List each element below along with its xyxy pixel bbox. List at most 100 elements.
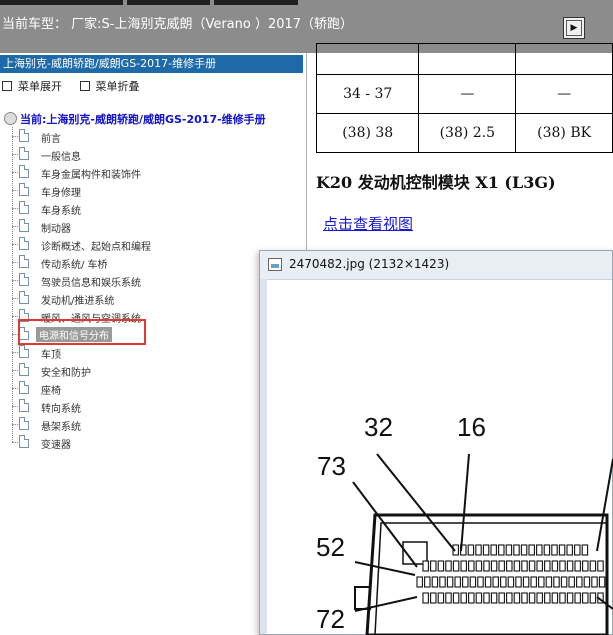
table-row: (38) 38 (38) 2.5 (38) BK — [315, 113, 613, 153]
image-viewer-titlebar[interactable]: 2470482.jpg (2132×1423) — [260, 251, 612, 280]
top-tab-3[interactable] — [214, 0, 298, 5]
image-viewer-title: 2470482.jpg (2132×1423) — [289, 257, 450, 271]
pin-cavity — [452, 592, 460, 604]
pin-cavity — [460, 592, 467, 604]
pin-cavity — [482, 544, 490, 556]
book-icon — [4, 112, 17, 125]
pin-cavity — [500, 576, 507, 588]
pin-cavity — [520, 544, 528, 556]
pin-cavity — [445, 592, 452, 604]
table-row: 34 - 37— — — [315, 74, 613, 114]
pin-cavity — [591, 576, 598, 588]
pin-cavity — [574, 560, 581, 572]
sidebar-title: 上海别克-威朗轿跑/威朗GS-2017-维修手册 — [0, 55, 303, 73]
pin-cavity — [446, 576, 454, 588]
pin-cavity — [484, 576, 492, 588]
tree-item[interactable]: 制动器 — [12, 217, 302, 235]
pin-cavity — [513, 592, 521, 604]
pin-leader-line — [376, 453, 456, 552]
tree-root[interactable]: 当前:上海别克-威朗轿跑/威朗GS-2017-维修手册 — [4, 111, 266, 127]
pin-cavity — [498, 592, 505, 604]
document-icon — [19, 273, 29, 286]
tree-item[interactable]: 车身金属构件和装饰件 — [12, 163, 302, 181]
document-icon — [19, 237, 29, 250]
document-icon — [19, 435, 29, 448]
pin-cavity — [513, 544, 520, 556]
tree-item-label: 一般信息 — [41, 152, 81, 163]
tree-item-label: 悬架系统 — [41, 422, 81, 433]
pin-cavity — [468, 560, 475, 572]
pin-cavity — [498, 560, 505, 572]
table-cell: 34 - 37 — [315, 74, 420, 114]
pin-label: 72 — [316, 604, 345, 634]
pin-grid — [416, 544, 606, 604]
pin-cavity — [507, 576, 515, 588]
document-icon — [19, 363, 29, 376]
pin-cavity — [581, 544, 589, 556]
tree-item-label: 驾驶员信息和娱乐系统 — [41, 278, 141, 289]
tree-item-label: 车身金属构件和装饰件 — [41, 170, 141, 181]
menu-controls: 菜单展开 菜单折叠 — [2, 78, 154, 94]
pin-cavity — [424, 576, 431, 588]
pin-cavity — [475, 560, 483, 572]
pin-cavity — [492, 576, 499, 588]
pin-cavity — [559, 592, 566, 604]
table-cell: — — [515, 74, 613, 114]
tree-item[interactable]: 一般信息 — [12, 145, 302, 163]
tree-item[interactable]: 前言 — [12, 127, 302, 145]
table-cell: (38) 2.5 — [418, 113, 517, 153]
pin-cavity — [452, 560, 460, 572]
pin-cavity — [528, 592, 536, 604]
document-icon — [19, 381, 29, 394]
menu-expand-button[interactable]: 菜单展开 — [2, 80, 62, 93]
pin-cavity — [498, 544, 505, 556]
tree-item-label: 变速器 — [41, 440, 71, 451]
pin-cavity — [574, 544, 581, 556]
menu-collapse-button[interactable]: 菜单折叠 — [79, 80, 140, 93]
pin-cavity — [437, 592, 445, 604]
pin-cavity — [582, 592, 589, 604]
pin-label: 32 — [364, 412, 393, 442]
tree-item[interactable]: 车身系统 — [12, 199, 302, 217]
tree-item[interactable]: 车身修理 — [12, 181, 302, 199]
connector-spec-table: 34 - 37— — (38) 38 (38) 2.5 (38) BK — [315, 43, 613, 153]
pin-leader-line — [352, 481, 418, 568]
pin-cavity — [477, 576, 484, 588]
document-icon — [19, 219, 29, 232]
pin-cavity — [490, 560, 498, 572]
pin-cavity — [597, 560, 604, 572]
document-icon — [19, 417, 29, 430]
image-viewer-window[interactable]: 2470482.jpg (2132×1423) 32 16 73 52 72 — [259, 250, 613, 635]
pin-cavity — [566, 544, 573, 556]
pin-cavity — [430, 592, 437, 604]
pin-cavity — [445, 560, 452, 572]
pin-cavity — [454, 576, 461, 588]
tree-root-label: 当前:上海别克-威朗轿跑/威朗GS-2017-维修手册 — [20, 113, 266, 126]
document-icon — [19, 201, 29, 214]
pin-cavity — [589, 560, 597, 572]
pin-cavity — [515, 576, 522, 588]
top-tab-1[interactable] — [0, 0, 123, 5]
sidebar-toggle-button[interactable]: ▶ — [563, 17, 585, 39]
pin-cavity — [551, 592, 559, 604]
pin-cavity — [558, 544, 566, 556]
tree-item-label: 制动器 — [41, 224, 71, 235]
pin-leader-line — [354, 596, 418, 612]
view-diagram-link[interactable]: 点击查看视图 — [323, 213, 413, 234]
pin-cavity — [468, 592, 475, 604]
document-icon — [19, 345, 29, 358]
table-cell: (38) BK — [515, 113, 613, 153]
tree-item-label: 诊断概述、起始点和编程 — [41, 242, 151, 253]
pin-cavity — [598, 576, 606, 588]
top-tab-2[interactable] — [127, 0, 210, 5]
selection-highlight-box — [18, 319, 146, 345]
collapse-icon — [79, 81, 90, 91]
pin-label: 73 — [317, 451, 346, 481]
pin-cavity — [521, 592, 528, 604]
document-icon — [19, 291, 29, 304]
tree-item-label: 前言 — [41, 134, 61, 145]
pin-cavity — [544, 560, 551, 572]
pin-cavity — [469, 576, 477, 588]
menu-collapse-label: 菜单折叠 — [95, 80, 140, 93]
pin-cavity — [545, 576, 553, 588]
